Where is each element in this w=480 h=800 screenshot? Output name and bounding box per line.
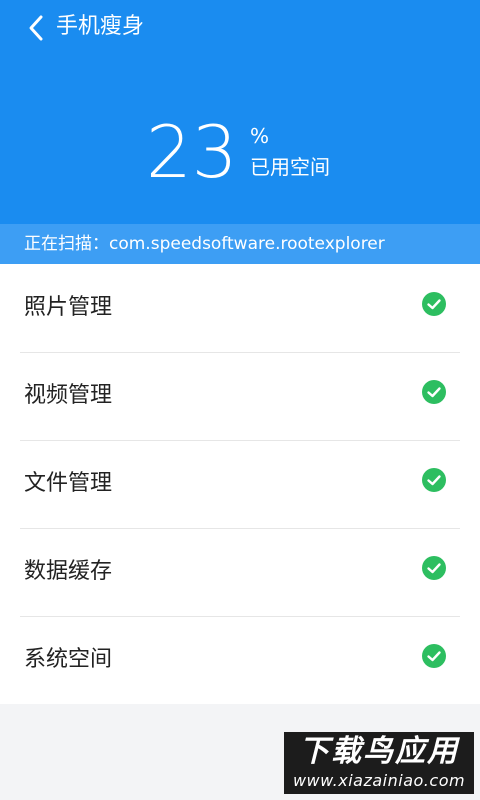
list-item-label: 视频管理 — [24, 383, 113, 408]
percent-sign: % — [250, 124, 270, 148]
back-button[interactable] — [18, 10, 54, 46]
watermark-url: www.xiazainiao.com — [292, 771, 466, 790]
check-circle-icon — [422, 556, 446, 580]
watermark-logo: 下载鸟应用 www.xiazainiao.com — [284, 732, 474, 794]
check-circle-icon — [422, 380, 446, 404]
cleanup-list: 照片管理 视频管理 文件管理 数据缓存 系统空间 — [0, 264, 480, 704]
usage-percent: 23 — [146, 110, 238, 194]
watermark-title: 下载鸟应用 — [299, 734, 459, 769]
chevron-left-icon — [29, 15, 43, 41]
list-item-label: 系统空间 — [24, 647, 113, 672]
list-item-label: 照片管理 — [24, 295, 113, 320]
list-item-label: 数据缓存 — [24, 559, 113, 584]
page-title: 手机瘦身 — [56, 14, 145, 39]
check-circle-icon — [422, 644, 446, 668]
list-item-files[interactable]: 文件管理 — [0, 440, 480, 528]
check-circle-icon — [422, 468, 446, 492]
used-space-label: 已用空间 — [250, 155, 330, 179]
list-item-label: 文件管理 — [24, 471, 113, 496]
list-item-photos[interactable]: 照片管理 — [0, 264, 480, 352]
header: 手机瘦身 23 % 已用空间 — [0, 0, 480, 224]
scan-status: 正在扫描：com.speedsoftware.rootexplorer — [0, 224, 480, 264]
list-item-videos[interactable]: 视频管理 — [0, 352, 480, 440]
check-circle-icon — [422, 292, 446, 316]
list-item-system-space[interactable]: 系统空间 — [0, 616, 480, 704]
list-item-data-cache[interactable]: 数据缓存 — [0, 528, 480, 616]
